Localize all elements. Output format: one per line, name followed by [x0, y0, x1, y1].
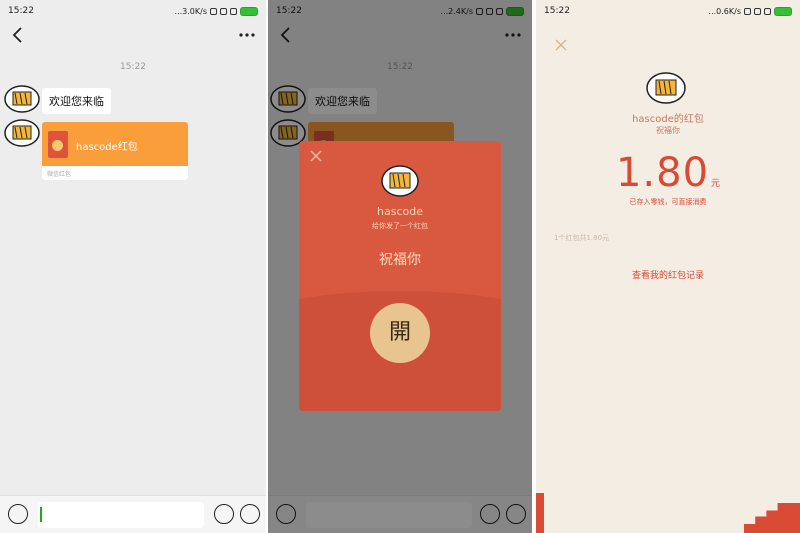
chat-screen: 15:22 ...3.0K/s 15:22 欢迎您来临 hascode红包 微信…: [0, 0, 266, 533]
wish-text: 祝福你: [656, 126, 680, 135]
cartoon-avatar: [646, 72, 686, 104]
signal-icon: [220, 7, 227, 15]
decoration-right: [744, 503, 800, 533]
status-bar: 15:22 ...3.0K/s: [0, 0, 266, 22]
status-time: 15:22: [8, 6, 34, 16]
cartoon-avatar[interactable]: [4, 117, 40, 149]
signal-icon: [754, 7, 761, 15]
amount-unit: 元: [711, 179, 721, 189]
stored-note[interactable]: 已存入零钱，可直接消费: [536, 197, 800, 207]
close-icon[interactable]: [309, 149, 323, 163]
chat-timestamp: 15:22: [120, 62, 146, 72]
wifi-icon: [764, 7, 771, 15]
plus-icon[interactable]: [240, 504, 260, 524]
packet-count-note: 1个红包共1.80元: [554, 234, 610, 242]
red-packet-detail-screen: 15:22 ...0.6K/s hascode的红包 祝福你 1.80 元 已存入…: [536, 0, 800, 533]
battery-icon: [240, 6, 258, 16]
red-packet-dialog: hascode 给你发了一个红包 祝福你 開: [299, 141, 501, 411]
decoration-left: [536, 493, 544, 533]
more-icon[interactable]: [238, 26, 256, 44]
input-bar: [0, 495, 266, 533]
red-packet-message[interactable]: hascode红包 微信红包: [42, 122, 188, 180]
cartoon-avatar[interactable]: [4, 83, 40, 115]
battery-icon: [774, 6, 792, 16]
network-speed: ...3.0K/s: [174, 6, 207, 16]
cartoon-avatar: [381, 165, 419, 197]
network-speed: ...0.6K/s: [708, 6, 741, 16]
open-button[interactable]: 開: [370, 303, 430, 363]
sender-line: hascode的红包: [632, 114, 704, 125]
close-icon[interactable]: [554, 38, 568, 52]
text-caret: [40, 507, 42, 522]
amount-display: 1.80 元: [536, 150, 800, 196]
emoji-icon[interactable]: [214, 504, 234, 524]
message-input[interactable]: [38, 502, 204, 528]
wifi-icon: [230, 7, 237, 15]
message-bubble[interactable]: 欢迎您来临: [42, 88, 111, 114]
nav-bar: [0, 22, 266, 50]
status-time: 15:22: [544, 6, 570, 16]
dialog-subtitle: 给你发了一个红包: [372, 222, 428, 230]
amount-value: 1.80: [615, 150, 710, 196]
wish-text: 祝福你: [379, 252, 421, 268]
records-link[interactable]: 查看我的红包记录: [536, 268, 800, 281]
seal-icon: [52, 140, 63, 151]
red-packet-title: hascode红包: [76, 142, 138, 153]
alarm-icon: [210, 7, 217, 15]
red-envelope-icon: [48, 131, 68, 158]
red-packet-footer: 微信红包: [42, 166, 188, 180]
back-icon[interactable]: [10, 26, 26, 44]
status-bar: 15:22 ...0.6K/s: [536, 0, 800, 22]
sender-name: hascode: [377, 205, 423, 218]
alarm-icon: [744, 7, 751, 15]
open-red-packet-screen: 15:22 ...2.4K/s 15:22 欢迎您来临 hascode 给你发了…: [268, 0, 532, 533]
voice-icon[interactable]: [8, 504, 28, 524]
red-packet-body: hascode红包: [42, 122, 188, 166]
